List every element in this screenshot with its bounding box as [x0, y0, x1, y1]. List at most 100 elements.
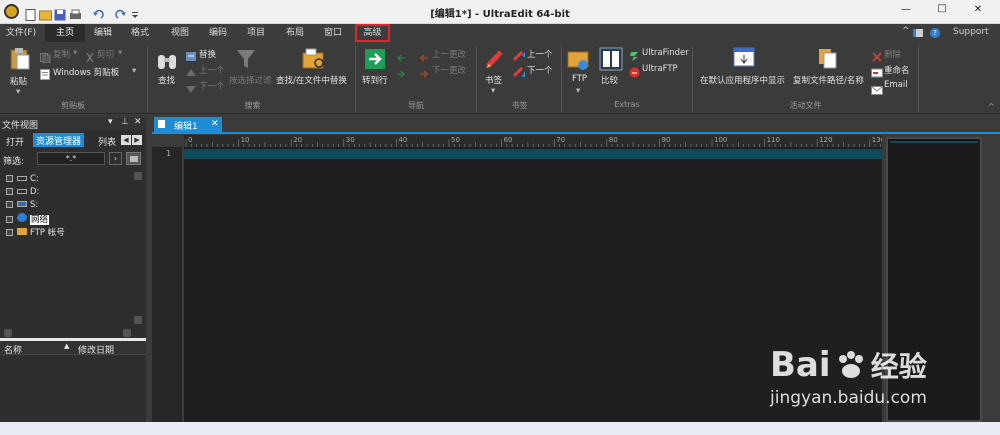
email-button[interactable]: Email [884, 80, 908, 90]
tree-network[interactable]: 网络 [6, 213, 50, 225]
menu-window[interactable]: 窗口 [315, 24, 351, 42]
ruler-label: 120 [819, 136, 832, 144]
clipboard-group-label: 剪贴板 [61, 101, 85, 110]
menu-home[interactable]: 主页 [45, 24, 85, 42]
ruler-label: 10 [241, 136, 250, 144]
tree-drive-d[interactable]: D: [6, 187, 39, 199]
panel-menu-icon[interactable]: ▾ [108, 117, 113, 127]
scroll-down-icon[interactable] [134, 316, 142, 324]
panel-close-icon[interactable]: ✕ [134, 117, 142, 127]
bookmark-next-button[interactable]: 下一个 [527, 64, 553, 76]
layout-toggle-icon[interactable] [913, 29, 923, 37]
bookmark-prev-button[interactable]: 上一个 [527, 48, 553, 60]
ultrafinder-button[interactable]: UltraFinder [642, 48, 689, 58]
filter-apply-icon[interactable]: › [109, 152, 122, 165]
menu-edit[interactable]: 编辑 [85, 24, 121, 42]
sort-icon: ▲ [64, 342, 70, 350]
tree-ftp-accounts[interactable]: FTP 帐号 [6, 226, 65, 238]
ftp-dropdown-icon[interactable]: ▾ [576, 86, 580, 96]
windows-clipboard-button[interactable]: Windows 剪贴板 [53, 66, 119, 78]
copy-path-icon [818, 47, 838, 73]
column-modified[interactable]: 修改日期 [78, 343, 114, 356]
paste-button[interactable]: 粘贴 [10, 75, 27, 87]
rename-button[interactable]: 重命名 [884, 64, 910, 76]
close-button[interactable]: ✕ [968, 4, 988, 15]
prev-change-button[interactable]: 上一更改 [432, 48, 466, 60]
scroll-right-icon[interactable] [123, 329, 131, 337]
goto-line-button[interactable]: 转到行 [362, 74, 388, 86]
expand-icon[interactable] [6, 201, 13, 208]
drive-icon [17, 189, 27, 194]
tree-drive-s[interactable]: S: [6, 200, 38, 212]
menu-project[interactable]: 项目 [238, 24, 274, 42]
compare-button[interactable]: 比较 [601, 74, 618, 86]
menu-layout[interactable]: 布局 [277, 24, 313, 42]
tab-scroll-left-icon[interactable]: ◀ [121, 135, 131, 145]
paste-dropdown-icon[interactable]: ▾ [16, 87, 20, 97]
ultraedit-window: [编辑1*] - UltraEdit 64-bit — □ ✕ 文件(F) 主页… [0, 0, 1000, 435]
maximize-button[interactable]: □ [932, 3, 952, 14]
menu-view[interactable]: 视图 [162, 24, 198, 42]
cut-dropdown-icon[interactable]: ▾ [118, 48, 122, 58]
bookmark-icon [484, 48, 506, 74]
find-prev-button[interactable]: 上一个 [199, 64, 225, 76]
menu-format[interactable]: 格式 [122, 24, 158, 42]
bookmark-dropdown-icon[interactable]: ▾ [491, 86, 495, 96]
editor-tab-close-icon[interactable]: ✕ [211, 119, 219, 129]
tree-label: D: [30, 187, 40, 197]
expand-icon[interactable] [6, 229, 13, 236]
ribbon: 粘贴 ▾ 复制 ▾ 剪切 ▾ Windows 剪贴板 ▾ 剪贴板 查找 替换 上… [0, 42, 1000, 114]
find-in-files-button[interactable]: 查找/在文件中替换 [276, 74, 347, 86]
bookmark-button[interactable]: 书签 [485, 74, 502, 86]
editor-tab[interactable]: 编辑1 ✕ [154, 117, 222, 132]
expand-icon[interactable] [6, 188, 13, 195]
tab-explorer[interactable]: 资源管理器 [33, 133, 85, 147]
tab-open[interactable]: 打开 [6, 135, 24, 148]
tab-list[interactable]: 列表 [98, 135, 116, 148]
column-name[interactable]: 名称 [4, 343, 22, 356]
menu-encoding[interactable]: 编码 [200, 24, 236, 42]
tree-drive-c[interactable]: C: [6, 174, 39, 186]
menu-advanced[interactable]: 高级 [355, 24, 390, 42]
scroll-up-icon[interactable] [134, 172, 142, 180]
panel-title: 文件视图 [2, 121, 39, 131]
filter-label: 筛选: [3, 157, 25, 167]
panel-pin-icon[interactable]: ⊥ [121, 117, 129, 127]
support-link[interactable]: Support [953, 27, 989, 37]
copy-path-button[interactable]: 复制文件路径/名称 [793, 74, 864, 86]
filter-selection-button[interactable]: 按选择过滤 [229, 74, 272, 86]
tab-scroll-right-icon[interactable]: ▶ [132, 135, 142, 145]
ruler-label: 110 [767, 136, 780, 144]
ultraftp-button[interactable]: UltraFTP [642, 64, 678, 74]
expand-icon[interactable] [6, 175, 13, 182]
delete-button[interactable]: 删除 [884, 48, 901, 60]
email-icon [871, 80, 883, 99]
find-next-button[interactable]: 下一个 [199, 80, 225, 92]
copy-dropdown-icon[interactable]: ▾ [73, 48, 77, 58]
ruler-label: 50 [451, 136, 460, 144]
find-button[interactable]: 查找 [158, 74, 175, 86]
collapse-ribbon-icon[interactable]: ^ [902, 26, 910, 38]
expand-icon[interactable] [6, 216, 13, 223]
filter-folder-icon[interactable] [126, 152, 141, 165]
goto-line-icon [364, 48, 386, 74]
copy-button[interactable]: 复制 [53, 48, 70, 60]
windows-clipboard-dropdown-icon[interactable]: ▾ [132, 66, 136, 76]
editor-tab-label: 编辑1 [174, 122, 198, 132]
ribbon-collapse-icon[interactable]: ^ [988, 102, 995, 111]
filter-input[interactable]: *.* [37, 152, 105, 165]
baidu-watermark: Bai 经验 [770, 345, 927, 385]
help-icon[interactable]: ? [930, 28, 940, 38]
show-default-app-button[interactable]: 在默认应用程序中显示 [700, 74, 785, 86]
bookmark-next-icon [512, 63, 526, 82]
cut-button[interactable]: 剪切 [97, 48, 114, 60]
ftp-button[interactable]: FTP [572, 74, 587, 84]
current-line-highlight [184, 149, 882, 159]
menu-file[interactable]: 文件(F) [0, 24, 42, 42]
scroll-left-icon[interactable] [4, 329, 12, 337]
next-change-button[interactable]: 下一更改 [432, 64, 466, 76]
replace-button[interactable]: 替换 [199, 48, 216, 60]
paste-icon [9, 47, 31, 75]
column-ruler: 0 10 20 30 40 50 60 70 80 90 100 110 120 130 [184, 135, 882, 147]
minimize-button[interactable]: — [896, 4, 916, 15]
